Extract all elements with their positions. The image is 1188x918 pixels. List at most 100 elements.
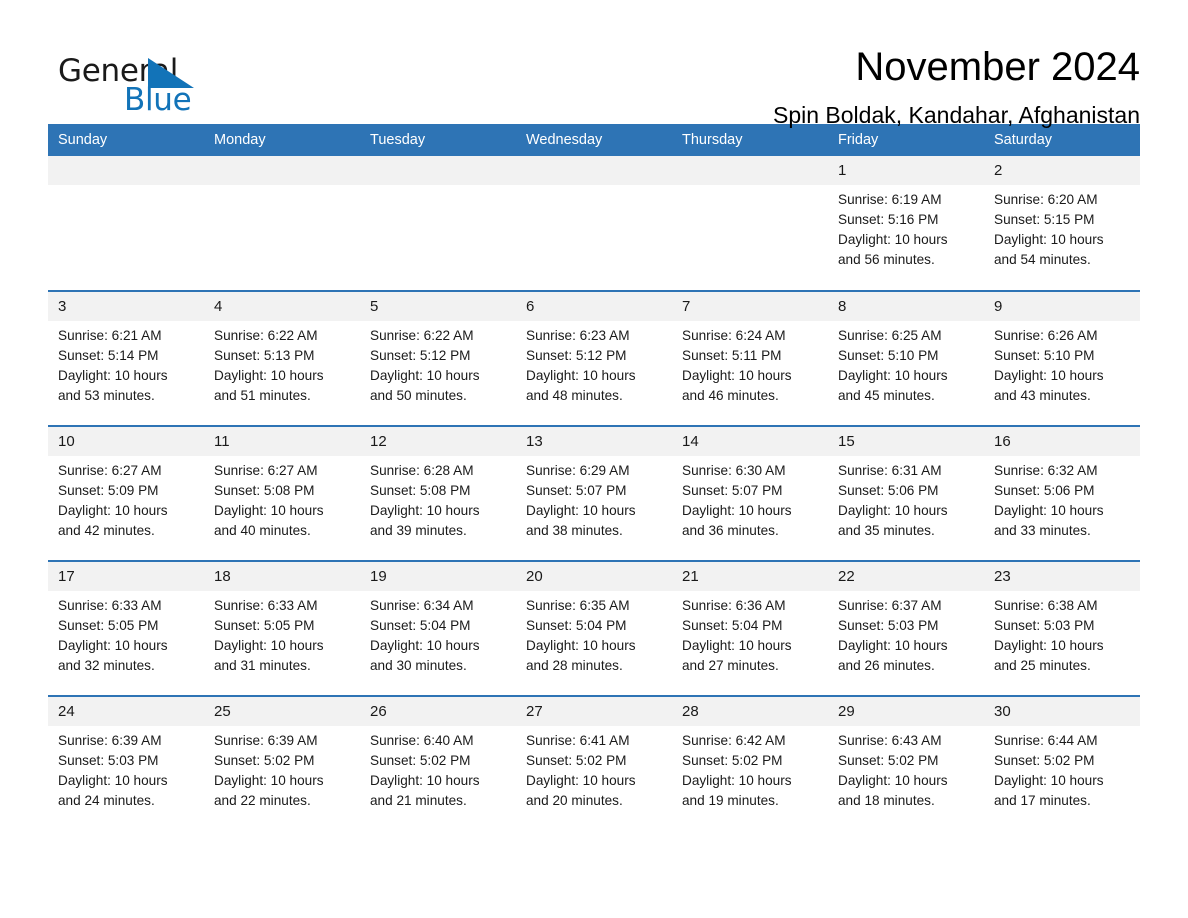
- sunset-time: Sunset: 5:07 PM: [526, 483, 627, 498]
- weekday-header-sunday: Sunday: [48, 124, 204, 156]
- day-cell-inner: 27 Sunrise: 6:41 AM Sunset: 5:02 PM Dayligh…: [516, 697, 672, 831]
- calendar-day-cell[interactable]: 16 Sunrise: 6:32 AM Sunset: 5:06 PM Dayligh…: [984, 425, 1140, 561]
- day-number: 8: [828, 292, 984, 321]
- calendar-day-cell[interactable]: 12 Sunrise: 6:28 AM Sunset: 5:08 PM Dayligh…: [360, 425, 516, 561]
- daylight-duration-line1: Daylight: 10 hours: [994, 773, 1104, 788]
- calendar-day-cell[interactable]: 28 Sunrise: 6:42 AM Sunset: 5:02 PM Dayligh…: [672, 695, 828, 831]
- calendar-day-cell[interactable]: 3 Sunrise: 6:21 AM Sunset: 5:14 PM Daylight…: [48, 290, 204, 426]
- calendar-day-cell[interactable]: 15 Sunrise: 6:31 AM Sunset: 5:06 PM Dayligh…: [828, 425, 984, 561]
- day-details: Sunrise: 6:26 AM Sunset: 5:10 PM Daylight:…: [984, 321, 1140, 406]
- calendar-day-cell[interactable]: 25 Sunrise: 6:39 AM Sunset: 5:02 PM Dayligh…: [204, 695, 360, 831]
- sunrise-time: Sunrise: 6:44 AM: [994, 733, 1098, 748]
- day-details: Sunrise: 6:28 AM Sunset: 5:08 PM Daylight:…: [360, 456, 516, 541]
- day-number: [516, 156, 672, 185]
- calendar-day-cell[interactable]: 24 Sunrise: 6:39 AM Sunset: 5:03 PM Dayligh…: [48, 695, 204, 831]
- daylight-duration-line2: and 42 minutes.: [58, 523, 155, 538]
- calendar-day-cell[interactable]: 6 Sunrise: 6:23 AM Sunset: 5:12 PM Daylight…: [516, 290, 672, 426]
- daylight-duration-line2: and 31 minutes.: [214, 658, 311, 673]
- day-cell-inner: 16 Sunrise: 6:32 AM Sunset: 5:06 PM Dayligh…: [984, 427, 1140, 560]
- sunrise-time: Sunrise: 6:36 AM: [682, 598, 786, 613]
- calendar-day-cell[interactable]: 14 Sunrise: 6:30 AM Sunset: 5:07 PM Dayligh…: [672, 425, 828, 561]
- calendar-day-cell[interactable]: 1 Sunrise: 6:19 AM Sunset: 5:16 PM Daylight…: [828, 156, 984, 291]
- calendar-day-cell[interactable]: 8 Sunrise: 6:25 AM Sunset: 5:10 PM Daylight…: [828, 290, 984, 426]
- daylight-duration-line2: and 40 minutes.: [214, 523, 311, 538]
- sunrise-time: Sunrise: 6:37 AM: [838, 598, 942, 613]
- day-number: 14: [672, 427, 828, 456]
- calendar-day-cell[interactable]: 11 Sunrise: 6:27 AM Sunset: 5:08 PM Dayligh…: [204, 425, 360, 561]
- calendar-day-cell[interactable]: 20 Sunrise: 6:35 AM Sunset: 5:04 PM Dayligh…: [516, 560, 672, 696]
- calendar-day-cell[interactable]: 26 Sunrise: 6:40 AM Sunset: 5:02 PM Dayligh…: [360, 695, 516, 831]
- day-cell-inner: 3 Sunrise: 6:21 AM Sunset: 5:14 PM Daylight…: [48, 292, 204, 425]
- calendar-day-cell[interactable]: 19 Sunrise: 6:34 AM Sunset: 5:04 PM Dayligh…: [360, 560, 516, 696]
- day-details: Sunrise: 6:35 AM Sunset: 5:04 PM Daylight:…: [516, 591, 672, 676]
- daylight-duration-line2: and 48 minutes.: [526, 388, 623, 403]
- calendar-day-cell[interactable]: 21 Sunrise: 6:36 AM Sunset: 5:04 PM Dayligh…: [672, 560, 828, 696]
- day-cell-inner: [672, 156, 828, 290]
- day-cell-inner: 19 Sunrise: 6:34 AM Sunset: 5:04 PM Dayligh…: [360, 562, 516, 695]
- sunset-time: Sunset: 5:10 PM: [838, 348, 939, 363]
- day-details: Sunrise: 6:38 AM Sunset: 5:03 PM Daylight:…: [984, 591, 1140, 676]
- day-number: 10: [48, 427, 204, 456]
- day-details: Sunrise: 6:44 AM Sunset: 5:02 PM Daylight:…: [984, 726, 1140, 811]
- page-header: General Blue November 2024 Spin Boldak, …: [48, 0, 1140, 128]
- day-cell-inner: 24 Sunrise: 6:39 AM Sunset: 5:03 PM Dayligh…: [48, 697, 204, 831]
- day-cell-inner: 15 Sunrise: 6:31 AM Sunset: 5:06 PM Dayligh…: [828, 427, 984, 560]
- calendar-day-cell[interactable]: 22 Sunrise: 6:37 AM Sunset: 5:03 PM Dayligh…: [828, 560, 984, 696]
- sunset-time: Sunset: 5:10 PM: [994, 348, 1095, 363]
- day-number: 17: [48, 562, 204, 591]
- calendar-day-cell[interactable]: 5 Sunrise: 6:22 AM Sunset: 5:12 PM Daylight…: [360, 290, 516, 426]
- calendar-week-row: 3 Sunrise: 6:21 AM Sunset: 5:14 PM Daylight…: [48, 290, 1140, 426]
- page-subtitle: Spin Boldak, Kandahar, Afghanistan: [772, 102, 1140, 128]
- day-cell-inner: 30 Sunrise: 6:44 AM Sunset: 5:02 PM Dayligh…: [984, 697, 1140, 831]
- day-details: Sunrise: 6:33 AM Sunset: 5:05 PM Daylight:…: [48, 591, 204, 676]
- sunrise-time: Sunrise: 6:41 AM: [526, 733, 630, 748]
- daylight-duration-line1: Daylight: 10 hours: [58, 368, 168, 383]
- day-cell-inner: 13 Sunrise: 6:29 AM Sunset: 5:07 PM Dayligh…: [516, 427, 672, 560]
- sunrise-time: Sunrise: 6:39 AM: [58, 733, 162, 748]
- daylight-duration-line1: Daylight: 10 hours: [994, 638, 1104, 653]
- calendar-day-cell[interactable]: 23 Sunrise: 6:38 AM Sunset: 5:03 PM Dayligh…: [984, 560, 1140, 696]
- sunrise-time: Sunrise: 6:32 AM: [994, 463, 1098, 478]
- day-number: 12: [360, 427, 516, 456]
- day-number: [204, 156, 360, 185]
- day-cell-inner: 22 Sunrise: 6:37 AM Sunset: 5:03 PM Dayligh…: [828, 562, 984, 695]
- calendar-day-cell[interactable]: 17 Sunrise: 6:33 AM Sunset: 5:05 PM Dayligh…: [48, 560, 204, 696]
- day-cell-inner: 14 Sunrise: 6:30 AM Sunset: 5:07 PM Dayligh…: [672, 427, 828, 560]
- day-cell-inner: 26 Sunrise: 6:40 AM Sunset: 5:02 PM Dayligh…: [360, 697, 516, 831]
- calendar-day-cell[interactable]: 10 Sunrise: 6:27 AM Sunset: 5:09 PM Dayligh…: [48, 425, 204, 561]
- calendar-day-cell[interactable]: 4 Sunrise: 6:22 AM Sunset: 5:13 PM Daylight…: [204, 290, 360, 426]
- sunset-time: Sunset: 5:04 PM: [682, 618, 783, 633]
- daylight-duration-line1: Daylight: 10 hours: [214, 368, 324, 383]
- day-details: Sunrise: 6:41 AM Sunset: 5:02 PM Daylight:…: [516, 726, 672, 811]
- daylight-duration-line2: and 33 minutes.: [994, 523, 1091, 538]
- sunset-time: Sunset: 5:03 PM: [838, 618, 939, 633]
- day-number: 13: [516, 427, 672, 456]
- day-number: 27: [516, 697, 672, 726]
- daylight-duration-line2: and 18 minutes.: [838, 793, 935, 808]
- sunset-time: Sunset: 5:08 PM: [214, 483, 315, 498]
- daylight-duration-line2: and 25 minutes.: [994, 658, 1091, 673]
- daylight-duration-line1: Daylight: 10 hours: [682, 773, 792, 788]
- sunset-time: Sunset: 5:08 PM: [370, 483, 471, 498]
- daylight-duration-line2: and 53 minutes.: [58, 388, 155, 403]
- calendar-day-cell[interactable]: 9 Sunrise: 6:26 AM Sunset: 5:10 PM Daylight…: [984, 290, 1140, 426]
- daylight-duration-line2: and 51 minutes.: [214, 388, 311, 403]
- daylight-duration-line2: and 56 minutes.: [838, 252, 935, 267]
- sunset-time: Sunset: 5:02 PM: [838, 753, 939, 768]
- day-number: 20: [516, 562, 672, 591]
- calendar-day-cell[interactable]: 30 Sunrise: 6:44 AM Sunset: 5:02 PM Dayligh…: [984, 695, 1140, 831]
- calendar-day-cell[interactable]: 18 Sunrise: 6:33 AM Sunset: 5:05 PM Dayligh…: [204, 560, 360, 696]
- calendar-day-cell[interactable]: 7 Sunrise: 6:24 AM Sunset: 5:11 PM Daylight…: [672, 290, 828, 426]
- day-details: Sunrise: 6:36 AM Sunset: 5:04 PM Daylight:…: [672, 591, 828, 676]
- day-details: Sunrise: 6:20 AM Sunset: 5:15 PM Daylight:…: [984, 185, 1140, 270]
- calendar-day-cell[interactable]: 13 Sunrise: 6:29 AM Sunset: 5:07 PM Dayligh…: [516, 425, 672, 561]
- calendar-day-cell[interactable]: 27 Sunrise: 6:41 AM Sunset: 5:02 PM Dayligh…: [516, 695, 672, 831]
- day-cell-inner: [360, 156, 516, 290]
- daylight-duration-line1: Daylight: 10 hours: [214, 773, 324, 788]
- day-details: Sunrise: 6:43 AM Sunset: 5:02 PM Daylight:…: [828, 726, 984, 811]
- sunset-time: Sunset: 5:02 PM: [214, 753, 315, 768]
- daylight-duration-line1: Daylight: 10 hours: [994, 232, 1104, 247]
- calendar-day-cell[interactable]: 2 Sunrise: 6:20 AM Sunset: 5:15 PM Daylight…: [984, 156, 1140, 291]
- sunrise-time: Sunrise: 6:39 AM: [214, 733, 318, 748]
- calendar-day-cell[interactable]: 29 Sunrise: 6:43 AM Sunset: 5:02 PM Dayligh…: [828, 695, 984, 831]
